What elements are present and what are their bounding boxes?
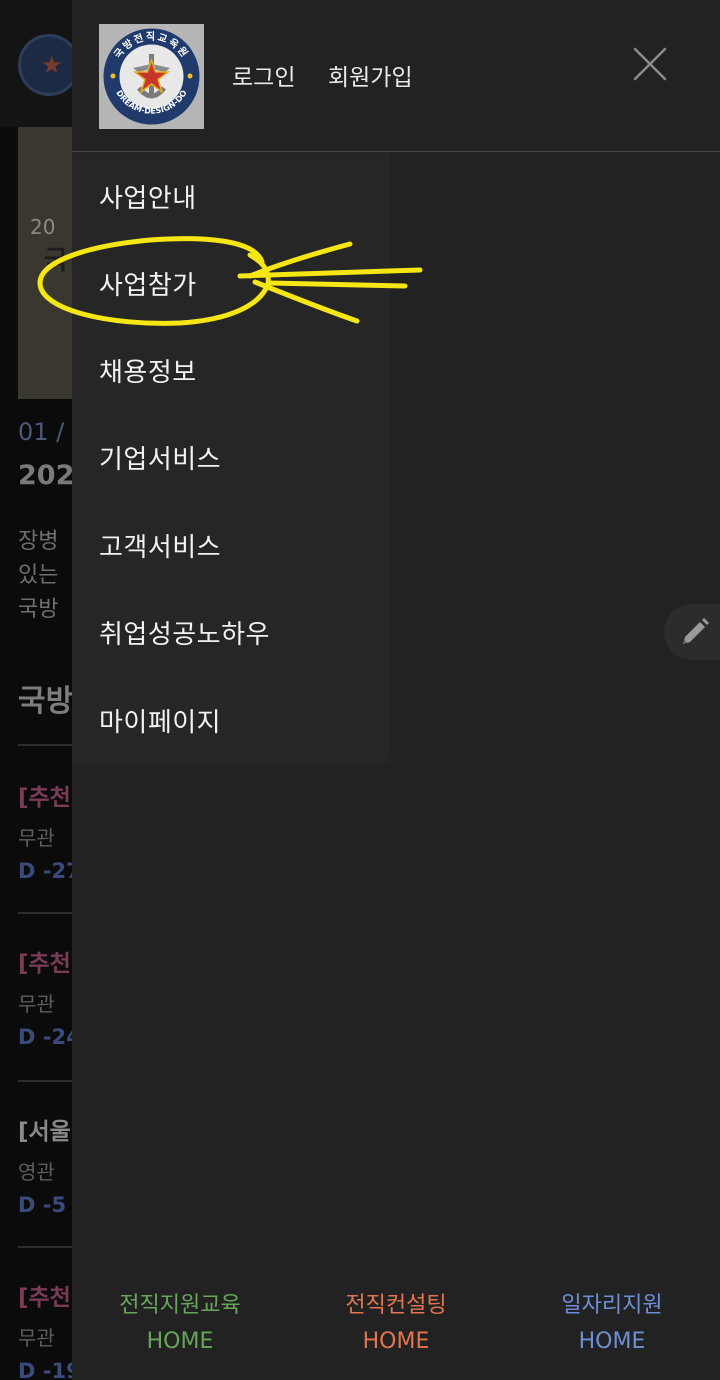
job-title: [서울 xyxy=(18,1119,71,1145)
signup-link[interactable]: 회원가입 xyxy=(328,58,413,92)
star-icon: ★ xyxy=(41,51,63,79)
menu-item-business-participation[interactable]: 사업참가 xyxy=(99,265,197,302)
emblem-logo[interactable]: 국방전직교육원 DREAM-DESIGN-DO xyxy=(99,24,204,129)
close-icon xyxy=(633,47,667,81)
login-link[interactable]: 로그인 xyxy=(232,58,295,92)
navigation-drawer: 국방전직교육원 DREAM-DESIGN-DO 로그인 회원가입 사업안내 사업… xyxy=(72,0,720,1380)
pencil-icon xyxy=(683,618,709,644)
menu-item-customer-service[interactable]: 고객서비스 xyxy=(99,527,221,564)
banner-year: 20 xyxy=(30,215,56,239)
description-line: 국방 xyxy=(18,597,59,622)
menu-item-employment-knowhow[interactable]: 취업성공노하우 xyxy=(99,614,270,651)
menu-item-business-guide[interactable]: 사업안내 xyxy=(99,178,197,215)
footer-link-transition-education[interactable]: 전직지원교육 HOME xyxy=(72,1288,288,1360)
divider xyxy=(18,912,78,914)
close-button[interactable] xyxy=(630,44,670,84)
job-dday: D -5 xyxy=(18,1193,67,1217)
year-heading: 202 xyxy=(18,460,75,491)
banner-title: 국 xyxy=(44,246,68,276)
description-line: 있는 xyxy=(18,563,59,588)
section-title: 국방 xyxy=(18,684,74,719)
job-location: 영관 xyxy=(18,1160,55,1184)
divider xyxy=(18,1080,78,1082)
menu-item-mypage[interactable]: 마이페이지 xyxy=(99,702,221,739)
footer-link-job-support[interactable]: 일자리지원 HOME xyxy=(504,1288,720,1360)
description-line: 장병 xyxy=(18,529,59,554)
description: 장병 있는 국방 xyxy=(18,525,58,627)
emblem-icon: 국방전직교육원 DREAM-DESIGN-DO xyxy=(99,24,204,129)
footer-link-transition-consulting[interactable]: 전직컨설팅 HOME xyxy=(288,1288,504,1360)
job-list-item: [서울 영관 D -5 xyxy=(18,1112,71,1217)
footer-link-title: 일자리지원 xyxy=(561,1293,663,1318)
footer-link-title: 전직컨설팅 xyxy=(345,1293,447,1318)
menu-panel: 사업안내 사업참가 채용정보 기업서비스 고객서비스 취업성공노하우 마이페이지 xyxy=(72,153,390,765)
divider xyxy=(18,1246,78,1248)
footer-link-home: HOME xyxy=(362,1329,430,1354)
drawer-header: 국방전직교육원 DREAM-DESIGN-DO 로그인 회원가입 xyxy=(72,0,720,152)
footer-link-home: HOME xyxy=(578,1329,646,1354)
divider xyxy=(18,744,78,746)
edit-button[interactable] xyxy=(664,604,720,660)
banner-pager: 01 / xyxy=(18,418,65,446)
menu-item-recruitment-info[interactable]: 채용정보 xyxy=(99,352,197,389)
footer-link-title: 전직지원교육 xyxy=(119,1293,241,1318)
background-logo: ★ xyxy=(18,34,80,96)
menu-item-corporate-service[interactable]: 기업서비스 xyxy=(99,439,221,476)
footer-link-home: HOME xyxy=(146,1329,214,1354)
